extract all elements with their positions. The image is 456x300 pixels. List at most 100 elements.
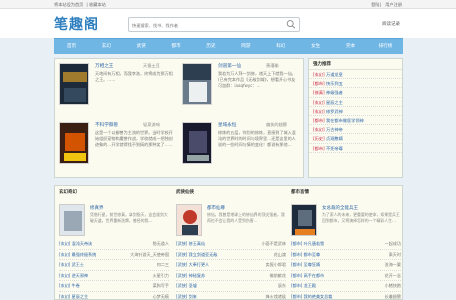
nav-item-lishi[interactable]: 历史 xyxy=(194,39,229,54)
item-category: [都市] xyxy=(313,117,325,123)
book-cover[interactable] xyxy=(291,204,317,236)
item-category: [都市] xyxy=(313,145,325,151)
featured-book[interactable]: 剑道第一仙 萧瑾瑜 我若为万人拜一剑修，诸天上下就我一仙。(已有完本作品《无敌剑… xyxy=(182,63,300,121)
reading-record-link[interactable]: 阅读记录 xyxy=(382,21,400,27)
book-desc: 为了家人的未来，更重要的使命，如果是兵王回到都市，又将演绎怎样的一个精彩人生… xyxy=(322,212,400,223)
item-title[interactable]: 快乐到五 xyxy=(326,81,343,86)
register-link[interactable]: 用户注册 xyxy=(385,2,402,7)
nav-item-xuanhuan[interactable]: 玄幻 xyxy=(89,39,124,54)
list-item[interactable]: [都市] 至尊狂婿 沧海一粟 xyxy=(291,260,401,271)
item-title[interactable]: 不死帝尊 xyxy=(326,146,343,151)
book-desc: 修炼的五层，你别的修炼，直接到了城入混沌的世界时的时间与境界里…还是这里的人说的… xyxy=(218,130,296,148)
item-title[interactable]: 万道龙皇 xyxy=(326,72,343,77)
list-item[interactable]: [玄幻] 万道龙皇 xyxy=(309,70,402,80)
search-button[interactable] xyxy=(285,19,297,30)
book-cover[interactable] xyxy=(182,63,212,105)
item-category: [都市] xyxy=(313,81,325,87)
book-title[interactable]: 不科学御兽 xyxy=(95,122,118,128)
list-item[interactable]: [武侠] 剑来 烽火戏诸侯 xyxy=(176,292,286,300)
nav-item-kehuan[interactable]: 科幻 xyxy=(263,39,298,54)
site-header: 笔趣阁 阅读记录 xyxy=(0,9,456,38)
login-link[interactable]: 登陆 xyxy=(371,2,379,7)
book-title[interactable]: 剑道第一仙 xyxy=(218,63,241,69)
list-item[interactable]: [玄幻] 万古神帝 xyxy=(309,125,402,135)
item-category: [玄幻] xyxy=(313,99,325,105)
item-title[interactable]: 万古神帝 xyxy=(326,127,343,132)
list-item[interactable]: [都市] 我在都市做医学领神 xyxy=(309,116,402,126)
featured-book[interactable]: 不科学御兽 轻泉流响 这是一个以御兽为主流的世界。当时学校开始组织宠物和魔兽作战… xyxy=(59,122,177,180)
book-cover[interactable] xyxy=(182,122,212,164)
nav-item-dushi[interactable]: 都市 xyxy=(159,39,194,54)
search-input[interactable] xyxy=(132,21,282,29)
book-author: 偏执的翅膀 xyxy=(266,122,287,127)
book-title[interactable]: 修真界 xyxy=(90,205,104,211)
item-title[interactable]: 贞观憨婿 xyxy=(326,136,343,141)
book-cover[interactable] xyxy=(59,63,89,105)
column-title: 都市言情 xyxy=(291,190,309,195)
set-homepage-link[interactable]: 将本站设为首页 xyxy=(54,2,83,7)
site-logo[interactable]: 笔趣阁 xyxy=(54,14,99,34)
list-item[interactable]: [玄幻] 星辰之主 心梦无痕 xyxy=(59,292,169,300)
top-bar-left: 将本站设为首页 | 收藏本站 xyxy=(54,2,106,7)
top-bar-right: 登陆| 用户注册 xyxy=(371,2,402,7)
column-featured-book[interactable]: 都市仙尊 修仙，我曾是地球上的修仙界的顶尖强者，我再也不会让我的人受到伤害… xyxy=(176,204,286,236)
nav-item-rank[interactable]: 排行榜 xyxy=(368,39,403,54)
list-item[interactable]: [武侠] 圣墟 辰东 xyxy=(176,281,286,292)
featured-book[interactable]: 星域永恒 偏执的翅膀 修炼的五层，你别的修炼，直接到了城入混沌的世界时的时间与境… xyxy=(182,122,300,180)
nav-item-wuxia[interactable]: 武侠 xyxy=(124,39,159,54)
book-cover[interactable] xyxy=(176,204,202,236)
category-column-wuxia: 武侠仙侠 都市仙尊 修仙，我曾是地球上的修仙界的顶尖强者，我再也不会让我的人受到… xyxy=(172,186,287,300)
column-featured-book[interactable]: 修真界 凭借行星，前世修真，拿剑指天，这会拔剑大破天道，世界重新洗牌，曾经的我… xyxy=(59,204,169,236)
item-title[interactable]: 修罗武神 xyxy=(326,109,343,114)
list-item[interactable]: [武侠] 神秘复苏 佛前献花 xyxy=(176,271,286,281)
list-item[interactable]: [都市] 龙王殿 小猪快跑 xyxy=(291,281,401,292)
list-item[interactable]: [都市] 都市至尊 乘天时 xyxy=(291,250,401,260)
main-nav: 首页 玄幻 武侠 都市 历史 网游 科幻 女生 完本 排行榜 xyxy=(54,38,403,54)
list-item[interactable]: [玄幻] 武王士 何二三 xyxy=(59,260,169,271)
list-item[interactable]: [历史] 贞观憨婿 xyxy=(309,134,402,144)
book-author: 轻泉流响 xyxy=(143,122,160,127)
list-item[interactable]: [都市] 不死帝尊 xyxy=(309,144,402,153)
item-category: [修真] xyxy=(313,90,325,96)
book-desc: 凭借行星，前世修真，拿剑指天，这会拔剑大破天道，世界重新洗牌，曾经的我… xyxy=(90,212,168,223)
item-category: [玄幻] xyxy=(313,72,325,77)
bookmark-link[interactable]: 收藏本站 xyxy=(89,2,106,7)
nav-item-nvsheng[interactable]: 女生 xyxy=(298,39,333,54)
item-title[interactable]: 星辰之主 xyxy=(326,100,343,105)
item-title[interactable]: 神级强者 xyxy=(326,90,343,95)
list-item[interactable]: [都市] 快乐到五 xyxy=(309,79,402,89)
book-cover[interactable] xyxy=(59,204,85,236)
recommend-sidebar: 强力推荐 [玄幻] 万道龙皇 [都市] 快乐到五 [修真] 神级强者 [玄幻] … xyxy=(308,58,403,178)
column-list: [玄幻] 混沌天帝诀 隐无道人 [玄幻] 最强终极系统 大海针游天_天使帝国 [玄幻… xyxy=(59,239,169,300)
list-item[interactable]: [玄幻] 最强终极系统 大海针游天_天使帝国 xyxy=(59,250,169,260)
nav-item-wanben[interactable]: 完本 xyxy=(333,39,368,54)
book-desc: 修仙，我曾是地球上的修仙界的顶尖强者，我再也不会让我的人受到伤害… xyxy=(207,212,285,223)
list-item[interactable]: [武侠] 我立剑道亚无敌 花山渡 xyxy=(176,250,286,260)
book-title[interactable]: 都市仙尊 xyxy=(207,205,225,211)
list-item[interactable]: [玄幻] 混沌天帝诀 隐无道人 xyxy=(59,239,169,250)
top-bar: 将本站设为首页 | 收藏本站 登陆| 用户注册 xyxy=(0,0,456,9)
book-title[interactable]: 女总裁的全能兵王 xyxy=(322,205,358,211)
list-item[interactable]: [武侠] 大奉打更人 卖报小郎君 xyxy=(176,260,286,271)
list-item[interactable]: [玄幻] 修罗武神 xyxy=(309,107,402,116)
column-title: 武侠仙侠 xyxy=(176,190,194,195)
featured-book[interactable]: 万相之王 天蚕土豆 天地间有万相，而我李洛，终将成为那万相之王。…… xyxy=(59,63,177,121)
nav-item-wangyou[interactable]: 网游 xyxy=(228,39,263,54)
list-item[interactable]: [都市] 叶凡唐若雪 一起成功 xyxy=(291,239,401,250)
book-title[interactable]: 万相之王 xyxy=(95,63,113,69)
item-title[interactable]: 我在都市做医学领神 xyxy=(326,118,364,123)
category-column-dushi: 都市言情 女总裁的全能兵王 为了家人的未来，更重要的使命，如果是兵王回到都市，又… xyxy=(287,186,402,300)
list-item[interactable]: [玄幻] 星辰之主 xyxy=(309,98,402,107)
book-title[interactable]: 星域永恒 xyxy=(218,122,236,128)
list-item[interactable]: [都市] 高手在都市 花开一念 xyxy=(291,271,401,281)
list-item[interactable]: [武侠] 修玉真仙 小面不是武林 xyxy=(176,239,286,250)
book-cover[interactable] xyxy=(59,122,89,164)
list-item[interactable]: [玄幻] 牛卷 菜狗写手 xyxy=(59,281,169,292)
list-item[interactable]: [玄幻] 逆天邪神 火星引力 xyxy=(59,271,169,281)
column-list: [武侠] 修玉真仙 小面不是武林 [武侠] 我立剑道亚无敌 花山渡 [武侠] 大奉打… xyxy=(176,239,286,300)
list-item[interactable]: [都市] 我的绝美女总裁 长着翅膀 xyxy=(291,292,401,300)
category-columns: 玄幻奇幻 修真界 凭借行星，前世修真，拿剑指天，这会拔剑大破天道，世界重新洗牌，… xyxy=(54,185,403,300)
column-featured-book[interactable]: 女总裁的全能兵王 为了家人的未来，更重要的使命，如果是兵王回到都市，又将演绎怎样… xyxy=(291,204,401,236)
nav-item-home[interactable]: 首页 xyxy=(54,39,89,54)
list-item[interactable]: [修真] 神级强者 xyxy=(309,88,402,98)
